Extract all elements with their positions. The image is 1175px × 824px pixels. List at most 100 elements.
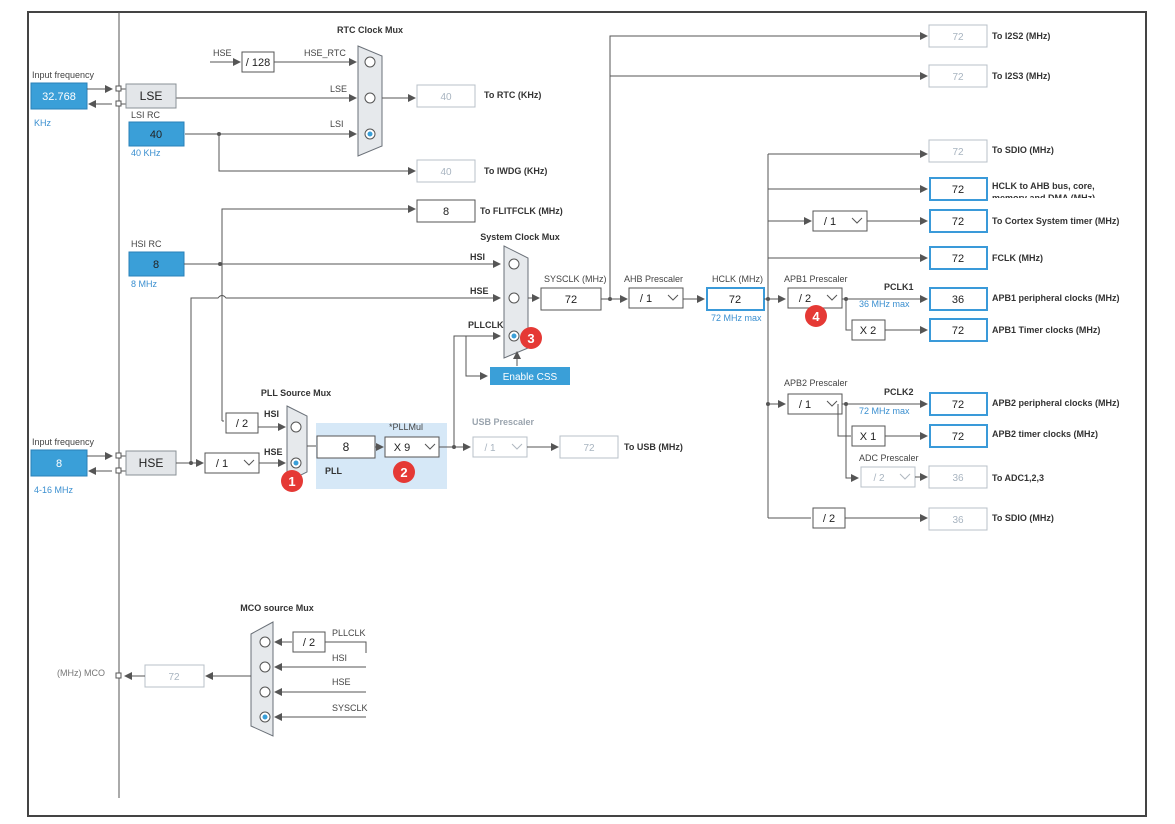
cortex-timer-divider-value: / 1 xyxy=(824,216,836,228)
pll-source-hse-label: HSE xyxy=(264,447,283,457)
adc-output-label: To ADC1,2,3 xyxy=(992,473,1044,483)
usb-prescaler-title: USB Prescaler xyxy=(472,417,535,427)
mco-pll-divider-value: / 2 xyxy=(303,637,315,649)
mco-output-value: 72 xyxy=(168,672,180,683)
rtc-output-value: 40 xyxy=(440,92,452,103)
mco-radio-hsi[interactable] xyxy=(259,661,271,673)
mco-radio-hse[interactable] xyxy=(259,686,271,698)
i2s2-output-value: 72 xyxy=(952,32,964,43)
enable-css-label: Enable CSS xyxy=(503,372,558,383)
rtc-hse-label: HSE xyxy=(213,48,232,58)
hsi-value: 8 xyxy=(153,259,159,271)
system-clock-mux-title: System Clock Mux xyxy=(480,232,560,242)
callout-badge-4-text: 4 xyxy=(812,309,820,324)
usb-output-value: 72 xyxy=(583,443,595,454)
fclk-output-label: FCLK (MHz) xyxy=(992,253,1043,263)
rtc-hse-rtc-label: HSE_RTC xyxy=(304,48,346,58)
apb1-peripheral-output-value: 36 xyxy=(952,294,964,306)
pll-source-mux-title: PLL Source Mux xyxy=(261,388,331,398)
lsi-title: LSI RC xyxy=(131,110,161,120)
cortex-output-value: 72 xyxy=(952,216,964,228)
callout-badge-1-text: 1 xyxy=(288,474,295,489)
i2s3-output-label: To I2S3 (MHz) xyxy=(992,71,1050,81)
lsi-unit: 40 KHz xyxy=(131,148,161,158)
apb2-timer-multiplier-value: X 1 xyxy=(860,431,877,443)
mco-label: (MHz) MCO xyxy=(57,668,105,678)
sdio-output-label: To SDIO (MHz) xyxy=(992,145,1054,155)
rtc-mux-title: RTC Clock Mux xyxy=(337,25,403,35)
sysclk-radio-hse[interactable] xyxy=(508,292,520,304)
hsi-pll-divider-value: / 2 xyxy=(236,418,248,430)
i2s2-output-label: To I2S2 (MHz) xyxy=(992,31,1050,41)
lse-input-label: Input frequency xyxy=(32,70,95,80)
rtc-output-label: To RTC (KHz) xyxy=(484,90,541,100)
sdio-divider-value: / 2 xyxy=(823,513,835,525)
pll-input-value: 8 xyxy=(343,440,350,454)
i2s3-output-value: 72 xyxy=(952,72,964,83)
apb2-peripheral-output-value: 72 xyxy=(952,399,964,411)
iwdg-output-value: 40 xyxy=(440,167,452,178)
fclk-output-value: 72 xyxy=(952,253,964,265)
apb1-prescaler-value: / 2 xyxy=(799,293,811,305)
hclk-ahb-output-label: HCLK to AHB bus, core, xyxy=(992,181,1095,191)
apb1-max: 36 MHz max xyxy=(859,299,910,309)
apb2-prescaler-title: APB2 Prescaler xyxy=(784,378,848,388)
hclk-ahb-output-value: 72 xyxy=(952,184,964,196)
sdio-output-value: 72 xyxy=(952,147,964,158)
callout-badge-2-text: 2 xyxy=(400,465,407,480)
lse-name: LSE xyxy=(140,89,163,103)
flitf-output-value: 8 xyxy=(443,206,449,218)
apb2-max: 72 MHz max xyxy=(859,406,910,416)
apb2-prescaler-value: / 1 xyxy=(799,399,811,411)
pll-mul-title: *PLLMul xyxy=(389,422,423,432)
lse-unit: KHz xyxy=(34,118,52,128)
mco-source-mux-title: MCO source Mux xyxy=(240,603,314,613)
hclk-max: 72 MHz max xyxy=(711,313,762,323)
rtc-lse-label: LSE xyxy=(330,84,347,94)
hclk-title: HCLK (MHz) xyxy=(712,274,763,284)
ahb-prescaler-value: / 1 xyxy=(640,293,652,305)
sysclk-hse-label: HSE xyxy=(470,286,489,296)
pclk2-label: PCLK2 xyxy=(884,387,914,397)
mco-hsi-label: HSI xyxy=(332,653,347,663)
apb1-peripheral-output-label: APB1 peripheral clocks (MHz) xyxy=(992,293,1120,303)
sysclk-title: SYSCLK (MHz) xyxy=(544,274,607,284)
hse-unit: 4-16 MHz xyxy=(34,485,74,495)
hse-input-value: 8 xyxy=(56,458,62,470)
callout-badge-3-text: 3 xyxy=(527,331,534,346)
hsi-title: HSI RC xyxy=(131,239,162,249)
adc-prescaler-title: ADC Prescaler xyxy=(859,453,919,463)
pll-source-hsi-label: HSI xyxy=(264,409,279,419)
hse-input-label: Input frequency xyxy=(32,437,95,447)
lsi-value: 40 xyxy=(150,129,162,141)
usb-output-label: To USB (MHz) xyxy=(624,442,683,452)
pll-multiplier-value: X 9 xyxy=(394,442,411,454)
lse-input-value: 32.768 xyxy=(42,91,76,103)
sysclk-hsi-label: HSI xyxy=(470,252,485,262)
hsi-unit: 8 MHz xyxy=(131,279,158,289)
mco-pllclk-label: PLLCLK xyxy=(332,628,366,638)
mco-radio-pllclk[interactable] xyxy=(259,636,271,648)
hclk-value: 72 xyxy=(729,294,741,306)
apb2-timer-output-value: 72 xyxy=(952,431,964,443)
rtc-hse-divider-value: / 128 xyxy=(246,57,270,69)
pll-label: PLL xyxy=(325,466,343,476)
mco-sysclk-label: SYSCLK xyxy=(332,703,368,713)
adc-output-value: 36 xyxy=(952,473,964,484)
apb1-prescaler-title: APB1 Prescaler xyxy=(784,274,848,284)
pll-source-radio-hsi[interactable] xyxy=(290,421,302,433)
apb1-timer-multiplier-value: X 2 xyxy=(860,325,877,337)
cortex-output-label: To Cortex System timer (MHz) xyxy=(992,216,1119,226)
apb2-peripheral-output-label: APB2 peripheral clocks (MHz) xyxy=(992,398,1120,408)
rtc-radio-hse[interactable] xyxy=(364,56,376,68)
sdio2-output-value: 36 xyxy=(952,515,964,526)
sysclk-radio-hsi[interactable] xyxy=(508,258,520,270)
iwdg-output-label: To IWDG (KHz) xyxy=(484,166,547,176)
rtc-radio-lse[interactable] xyxy=(364,92,376,104)
rtc-radio-lsi-selected xyxy=(367,131,373,137)
sdio2-output-label: To SDIO (MHz) xyxy=(992,513,1054,523)
mco-hse-label: HSE xyxy=(332,677,351,687)
hse-name: HSE xyxy=(139,456,164,470)
usb-prescaler-value: / 1 xyxy=(484,443,496,454)
hse-pll-divider-value: / 1 xyxy=(216,458,228,470)
